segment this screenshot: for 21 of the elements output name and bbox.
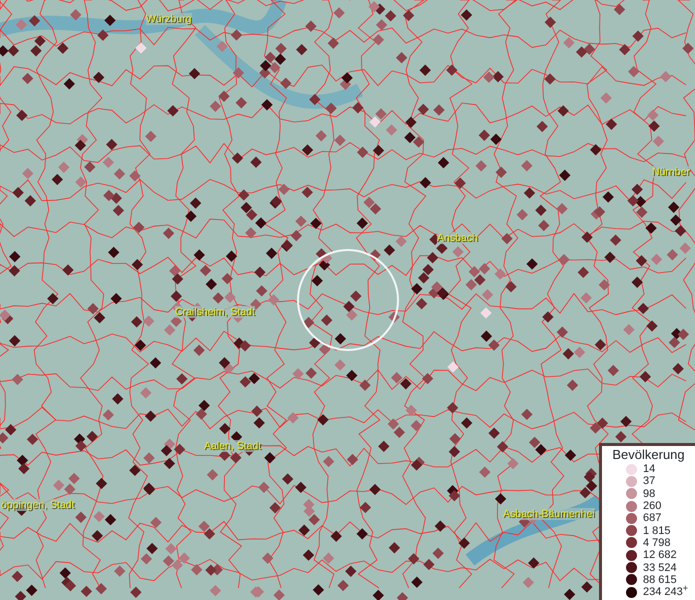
- legend-value: 12 682: [643, 549, 677, 562]
- legend-value: 687: [643, 512, 662, 524]
- legend-value: 88 615: [643, 574, 677, 586]
- place-label: Aalen, Stadt: [204, 440, 262, 452]
- place-label: Crailsheim, Stadt: [175, 306, 255, 318]
- place-label: Nürnber: [652, 166, 690, 178]
- legend-value: 98: [643, 488, 656, 500]
- place-label: Ansbach: [437, 232, 478, 244]
- place-label: Würzburg: [146, 13, 192, 25]
- legend-value: 234 243$^{+}$: [643, 586, 688, 598]
- selection-circle[interactable]: [297, 249, 399, 351]
- place-label: öppingen, Stadt: [1, 499, 75, 511]
- map-background[interactable]: Würzburg Nürnber Ansbach Crailsheim, Stadt Aalen, Stadt öppingen, Stadt Asbach-Bäumenhei Bevölkerung 14 37 98 260 687 1 815 4 798 12 682 33 524 88 615 234 243$^{+}$: [0, 0, 695, 600]
- legend-value: 260: [643, 500, 662, 512]
- legend-value: 1 815: [643, 524, 671, 537]
- legend-value: 37: [643, 475, 656, 488]
- legend-value: 33 524: [643, 562, 677, 574]
- legend-value: 4 798: [643, 536, 671, 549]
- legend-value: 14: [643, 463, 656, 476]
- place-label: Asbach-Bäumenhei: [503, 508, 595, 520]
- legend-title: Bevölkerung: [611, 447, 686, 463]
